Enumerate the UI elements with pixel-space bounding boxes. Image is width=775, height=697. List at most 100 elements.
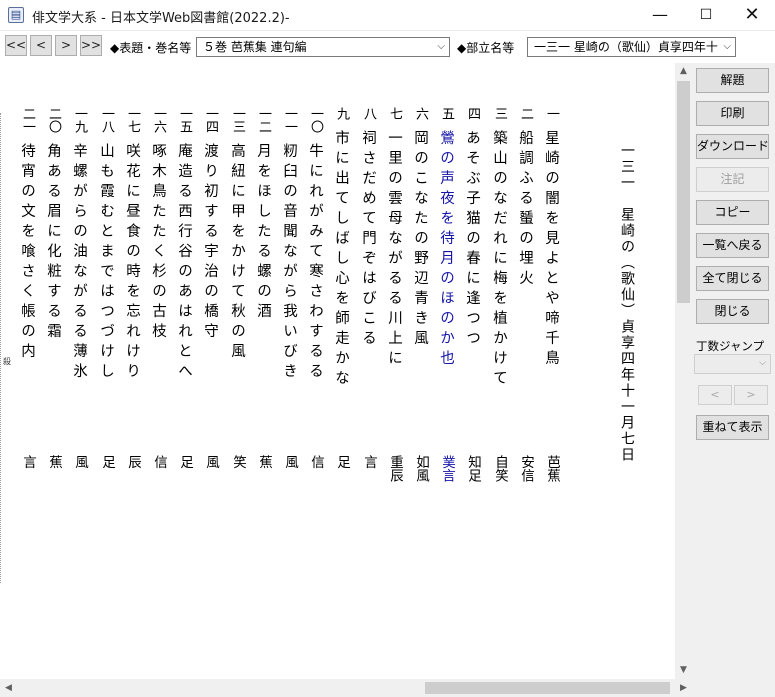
volume-select[interactable]: ５巻 芭蕉集 連句編 ⌵ bbox=[196, 37, 450, 57]
jump-next-button[interactable]: > bbox=[734, 385, 768, 405]
verse-line: 六岡のこなたの野辺青き風 bbox=[407, 107, 433, 350]
page-jump-select[interactable]: ⌵ bbox=[694, 354, 771, 374]
verse-number: 六 bbox=[413, 107, 428, 120]
page-jump-label: 丁数ジャンプ bbox=[696, 339, 765, 353]
page-edge bbox=[0, 113, 2, 583]
verse-number: 八 bbox=[361, 107, 376, 120]
verse-line: 一星崎の闇を見よとや啼千鳥 bbox=[538, 107, 564, 370]
toolbar: << < > >> ◆表題・巻名等 ５巻 芭蕉集 連句編 ⌵ ◆部立名等 一三一… bbox=[0, 31, 775, 61]
verse-line: 一九辛螺がらの油ながるる薄氷 bbox=[66, 107, 92, 383]
verse-number: 一一 bbox=[282, 107, 297, 133]
scroll-up-icon[interactable]: ▲ bbox=[675, 63, 692, 80]
first-page-button[interactable]: << bbox=[5, 35, 27, 56]
verse-number: 五 bbox=[439, 107, 454, 120]
verse-text[interactable]: 祠さだめて門ぞはびこる bbox=[359, 130, 377, 350]
verse-author: 足 bbox=[99, 455, 115, 469]
verse-author: 足 bbox=[334, 455, 350, 469]
verse-text[interactable]: 築山のなだれに梅を植かけて bbox=[490, 130, 508, 390]
back-to-list-button[interactable]: 一覧へ戻る bbox=[696, 233, 769, 258]
verse-text[interactable]: 岡のこなたの野辺青き風 bbox=[411, 130, 429, 350]
scroll-down-icon[interactable]: ▼ bbox=[675, 662, 692, 679]
prev-page-button[interactable]: < bbox=[30, 35, 52, 56]
section-select[interactable]: 一三一 星崎の（歌仙）貞享四年十 ⌵ bbox=[527, 37, 736, 57]
section-heading: 一三一 星崎の（歌仙）貞享四年十一月七日 bbox=[619, 143, 635, 463]
volume-label: ◆表題・巻名等 bbox=[110, 41, 192, 55]
verse-line: 一八山も霞むとまではつづけし bbox=[93, 107, 119, 383]
verse-text[interactable]: 月をほしたる螺の酒 bbox=[254, 143, 272, 323]
last-page-button[interactable]: >> bbox=[80, 35, 102, 56]
verse-author: 辰 bbox=[125, 455, 141, 469]
verse-line: 二〇角ある眉に化粧する霜 bbox=[40, 107, 66, 343]
maximize-button[interactable]: ☐ bbox=[683, 0, 729, 31]
horizontal-scroll-thumb[interactable] bbox=[425, 682, 670, 694]
horizontal-scrollbar[interactable]: ◀ ▶ bbox=[0, 679, 692, 697]
section-select-value: 一三一 星崎の（歌仙）貞享四年十 bbox=[534, 40, 718, 54]
verse-line: 二船調ふる蜑の埋火 bbox=[512, 107, 538, 290]
verse-number: 四 bbox=[465, 107, 480, 120]
verse-line: 一六 啄木鳥たたく杉の古枝 bbox=[145, 107, 171, 343]
chevron-down-icon: ⌵ bbox=[759, 358, 766, 368]
book-icon: ▤ bbox=[8, 7, 24, 23]
verse-number: 三 bbox=[492, 107, 507, 120]
chevron-down-icon: ⌵ bbox=[437, 41, 445, 52]
verse-text[interactable]: 船調ふる蜑の埋火 bbox=[516, 130, 534, 290]
minimize-button[interactable]: — bbox=[637, 0, 683, 31]
verse-number: 一七 bbox=[125, 107, 140, 133]
verse-number: 一三 bbox=[230, 107, 245, 133]
verse-number: 一〇 bbox=[308, 107, 323, 133]
verse-text[interactable]: 啄木鳥たたく杉の古枝 bbox=[149, 143, 167, 343]
notes-button[interactable]: 注記 bbox=[696, 167, 769, 192]
window-title: 俳文学大系 - 日本文学Web図書館(2022.2)- bbox=[32, 11, 290, 26]
verse-text[interactable]: 星崎の闇を見よとや啼千鳥 bbox=[542, 130, 560, 370]
verse-line: 四あそぶ子猫の春に逢つつ bbox=[459, 107, 485, 350]
verse-text[interactable]: 鶯の声夜を待月のほのか也 bbox=[437, 130, 455, 370]
verse-text[interactable]: 籾臼の音聞ながら我いびき bbox=[280, 143, 298, 383]
verse-line: 二一 待宵の文を喰さく帳の内 bbox=[14, 107, 40, 363]
verse-author: 信 bbox=[308, 455, 324, 469]
verse-author: 如風 bbox=[413, 455, 429, 482]
verse-text[interactable]: 牛にれがみて寒さわするる bbox=[306, 143, 324, 383]
cut-mark: 殺 bbox=[3, 357, 11, 366]
overlay-view-button[interactable]: 重ねて表示 bbox=[696, 415, 769, 440]
chevron-down-icon: ⌵ bbox=[723, 41, 731, 52]
verse-author: 言 bbox=[20, 455, 36, 469]
download-button[interactable]: ダウンロード bbox=[696, 134, 769, 159]
verse-text[interactable]: 渡り初する宇治の橋守 bbox=[201, 143, 219, 343]
scroll-right-icon[interactable]: ▶ bbox=[675, 679, 692, 697]
verse-line: 九市に出てしばし心を師走かな bbox=[328, 107, 354, 390]
kaidai-button[interactable]: 解題 bbox=[696, 68, 769, 93]
verse-text[interactable]: 一里の雲母ながるる川上に bbox=[385, 130, 403, 370]
verse-author: 言 bbox=[361, 455, 377, 469]
jump-prev-button[interactable]: < bbox=[698, 385, 732, 405]
verse-text[interactable]: 市に出てしばし心を師走かな bbox=[332, 130, 350, 390]
volume-select-value: ５巻 芭蕉集 連句編 bbox=[203, 40, 307, 54]
verse-author: 自笑 bbox=[492, 455, 508, 482]
document-view[interactable]: 殺 一三一 星崎の（歌仙）貞享四年十一月七日 一星崎の闇を見よとや啼千鳥 芭蕉 二船… bbox=[0, 63, 675, 679]
verse-text[interactable]: 庵造る西行谷のあはれとへ bbox=[175, 143, 193, 383]
close-all-button[interactable]: 全て閉じる bbox=[696, 266, 769, 291]
copy-button[interactable]: コピー bbox=[696, 200, 769, 225]
verse-line: 一五 庵造る西行谷のあはれとへ bbox=[171, 107, 197, 383]
vertical-scrollbar[interactable]: ▲ ▼ bbox=[675, 63, 692, 679]
vertical-scroll-thumb[interactable] bbox=[677, 81, 690, 303]
verse-number: 一八 bbox=[99, 107, 114, 133]
verse-line: 八祠さだめて門ぞはびこる bbox=[355, 107, 381, 350]
verse-text[interactable]: 山も霞むとまではつづけし bbox=[97, 143, 115, 383]
verse-author: 足 bbox=[177, 455, 193, 469]
verse-text[interactable]: 待宵の文を喰さく帳の内 bbox=[18, 143, 36, 363]
verse-text[interactable]: 角ある眉に化粧する霜 bbox=[44, 143, 62, 343]
scroll-left-icon[interactable]: ◀ bbox=[0, 679, 17, 697]
verse-number: 一九 bbox=[72, 107, 87, 133]
verse-line: 一四 渡り初する宇治の橋守 bbox=[197, 107, 223, 343]
verse-text[interactable]: あそぶ子猫の春に逢つつ bbox=[463, 130, 481, 350]
verse-text[interactable]: 咲花に昼食の時を忘れけり bbox=[123, 143, 141, 383]
verse-text[interactable]: 辛螺がらの油ながるる薄氷 bbox=[70, 143, 88, 383]
verse-number: 二〇 bbox=[46, 107, 61, 133]
verse-author: 蕉 bbox=[256, 455, 272, 469]
close-button[interactable]: ✕ bbox=[729, 0, 775, 31]
print-button[interactable]: 印刷 bbox=[696, 101, 769, 126]
verse-text[interactable]: 高紐に甲をかけて秋の風 bbox=[228, 143, 246, 363]
verse-author: 重辰 bbox=[387, 455, 403, 482]
next-page-button[interactable]: > bbox=[55, 35, 77, 56]
close-view-button[interactable]: 閉じる bbox=[696, 299, 769, 324]
